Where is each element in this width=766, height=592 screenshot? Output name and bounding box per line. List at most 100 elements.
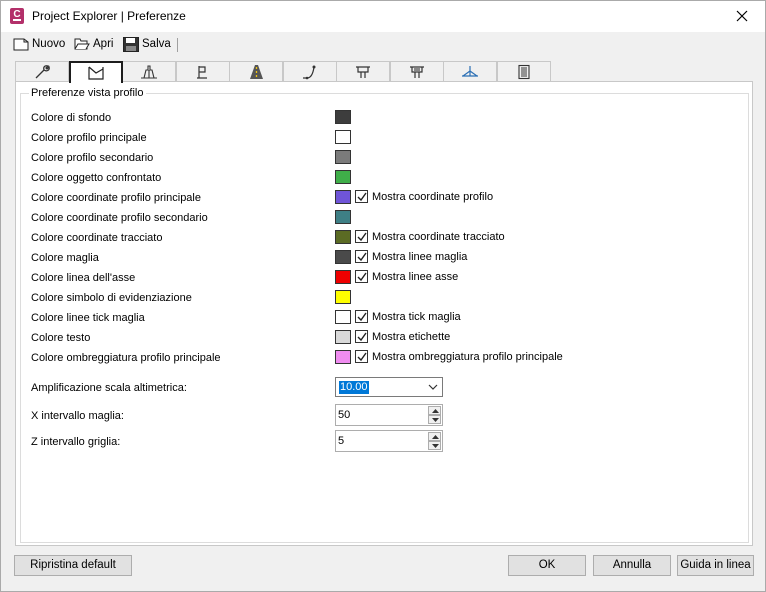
show-option-label: Mostra ombreggiatura profilo principale — [372, 351, 563, 363]
color-swatch-button[interactable] — [335, 250, 351, 264]
save-disk-icon — [123, 36, 139, 52]
wrench-icon — [35, 65, 50, 79]
toolbar: Nuovo Apri Salva — [1, 33, 765, 55]
color-row-label: Colore oggetto confrontato — [31, 172, 162, 184]
color-swatch-button[interactable] — [335, 150, 351, 164]
x-grid-interval-increment[interactable] — [428, 406, 441, 415]
help-button[interactable]: Guida in linea — [677, 555, 754, 576]
show-option-checkbox[interactable] — [355, 350, 368, 363]
color-swatch-button[interactable] — [335, 190, 351, 204]
show-option-label: Mostra coordinate profilo — [372, 191, 494, 203]
color-row-label: Colore ombreggiatura profilo principale — [31, 352, 221, 364]
profile-view-preferences-group: Preferenze vista profilo Colore di sfond… — [20, 87, 749, 543]
show-option-checkbox[interactable] — [355, 230, 368, 243]
show-option-checkbox[interactable] — [355, 330, 368, 343]
color-swatch-button[interactable] — [335, 330, 351, 344]
color-row-label: Colore testo — [31, 332, 91, 344]
z-grid-interval-value: 5 — [338, 435, 345, 447]
x-grid-interval-spinner[interactable]: 50 — [335, 404, 443, 426]
group-title: Preferenze vista profilo — [29, 87, 146, 99]
color-swatch-button[interactable] — [335, 270, 351, 284]
checkmark-icon — [357, 272, 367, 282]
x-grid-interval-value: 50 — [338, 409, 351, 421]
z-grid-interval-label: Z intervallo griglia: — [31, 436, 121, 448]
color-swatch-button[interactable] — [335, 310, 351, 324]
color-row-label: Colore simbolo di evidenziazione — [31, 292, 192, 304]
alignment-curve-icon — [303, 65, 316, 80]
color-swatch-button[interactable] — [335, 170, 351, 184]
color-row-label: Colore maglia — [31, 252, 99, 264]
checkmark-icon — [357, 312, 367, 322]
show-option-checkbox[interactable] — [355, 310, 368, 323]
close-icon — [736, 10, 748, 22]
x-grid-interval-decrement[interactable] — [428, 415, 441, 424]
color-row-label: Colore profilo secondario — [31, 152, 154, 164]
arrow-up-icon — [432, 435, 439, 439]
open-label: Apri — [93, 38, 114, 50]
color-swatch-button[interactable] — [335, 230, 351, 244]
show-option-label: Mostra etichette — [372, 331, 451, 343]
checkmark-icon — [357, 192, 367, 202]
color-row-label: Colore di sfondo — [31, 112, 112, 124]
new-label: Nuovo — [32, 38, 66, 50]
open-button[interactable]: Apri — [74, 35, 113, 53]
color-swatch-button[interactable] — [335, 290, 351, 304]
tab-report[interactable] — [497, 61, 551, 82]
color-swatch-button[interactable] — [335, 350, 351, 364]
ok-button[interactable]: OK — [508, 555, 586, 576]
vertical-exaggeration-select[interactable]: 10.00 — [335, 377, 443, 397]
show-option-label: Mostra tick maglia — [372, 311, 461, 323]
color-row-label: Colore coordinate profilo principale — [31, 192, 201, 204]
vertical-exaggeration-label: Amplificazione scala altimetrica: — [31, 382, 187, 394]
road-icon — [250, 65, 263, 79]
z-grid-interval-spinner[interactable]: 5 — [335, 430, 443, 452]
color-row-label: Colore coordinate tracciato — [31, 232, 163, 244]
chevron-down-icon — [428, 384, 438, 390]
arrow-down-icon — [432, 418, 439, 422]
arrow-down-icon — [432, 444, 439, 448]
cancel-button[interactable]: Annulla — [593, 555, 671, 576]
vertical-exaggeration-value: 10.00 — [339, 381, 369, 394]
tab-flag[interactable] — [176, 61, 230, 82]
z-grid-interval-decrement[interactable] — [428, 441, 441, 450]
reset-defaults-button[interactable]: Ripristina default — [14, 555, 132, 576]
tab-corridor-alt[interactable] — [390, 61, 444, 82]
title-bar[interactable]: C Project Explorer | Preferenze — [1, 1, 765, 32]
corridor-icon — [356, 66, 370, 78]
cross-section-icon — [462, 66, 478, 77]
show-option-checkbox[interactable] — [355, 270, 368, 283]
color-row-label: Colore linee tick maglia — [31, 312, 145, 324]
app-icon: C — [10, 8, 24, 24]
new-button[interactable]: Nuovo — [13, 35, 65, 53]
show-option-label: Mostra coordinate tracciato — [372, 231, 505, 243]
show-option-label: Mostra linee asse — [372, 271, 459, 283]
new-document-icon — [13, 38, 29, 51]
save-label: Salva — [142, 38, 171, 50]
tab-alignment[interactable] — [283, 61, 337, 82]
save-button[interactable]: Salva — [123, 35, 171, 53]
report-icon — [518, 64, 530, 80]
toolbar-separator — [177, 38, 178, 52]
checkmark-icon — [357, 352, 367, 362]
checkmark-icon — [357, 232, 367, 242]
corridor-alt-icon — [410, 66, 424, 78]
tab-profile-view[interactable] — [69, 61, 123, 83]
show-option-checkbox[interactable] — [355, 250, 368, 263]
tab-road[interactable] — [229, 61, 283, 82]
arrow-up-icon — [432, 409, 439, 413]
color-row-label: Colore coordinate profilo secondario — [31, 212, 208, 224]
close-button[interactable] — [719, 1, 765, 32]
color-swatch-button[interactable] — [335, 130, 351, 144]
color-row-label: Colore profilo principale — [31, 132, 147, 144]
z-grid-interval-increment[interactable] — [428, 432, 441, 441]
window-title: Project Explorer | Preferenze — [32, 9, 186, 23]
color-swatch-button[interactable] — [335, 210, 351, 224]
flag-icon — [197, 66, 207, 79]
tab-corridor[interactable] — [336, 61, 390, 82]
tab-section-view[interactable] — [122, 61, 176, 82]
color-swatch-button[interactable] — [335, 110, 351, 124]
tab-general[interactable] — [15, 61, 69, 82]
tab-cross-section[interactable] — [443, 61, 497, 82]
show-option-checkbox[interactable] — [355, 190, 368, 203]
x-grid-interval-label: X intervallo maglia: — [31, 410, 124, 422]
